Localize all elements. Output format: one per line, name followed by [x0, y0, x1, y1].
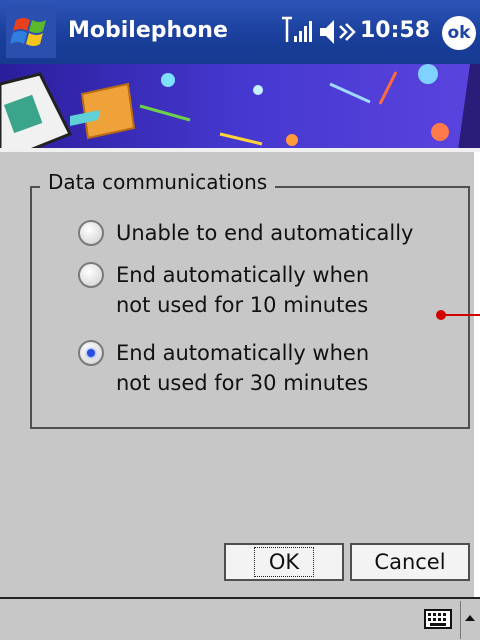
cancel-button[interactable]: Cancel: [350, 543, 470, 581]
radio-button[interactable]: [78, 220, 104, 246]
option-unable-to-end[interactable]: Unable to end automatically: [78, 218, 413, 248]
bottom-menu-bar: [0, 597, 480, 640]
screen: Mobilephone 10:58 ok Data communications…: [0, 0, 480, 640]
keyboard-icon[interactable]: [424, 609, 452, 629]
app-title: Mobilephone: [68, 18, 228, 43]
banner-graphic: [0, 64, 480, 150]
windows-start-icon[interactable]: [6, 6, 56, 58]
option-label: End automatically when not used for 30 m…: [116, 341, 370, 395]
ok-button[interactable]: OK: [224, 543, 344, 581]
option-end-30-min[interactable]: End automatically when not used for 30 m…: [78, 338, 369, 398]
dialog-content: Data communications Unable to end automa…: [0, 152, 474, 597]
title-bar: Mobilephone 10:58 ok: [0, 0, 480, 64]
option-label: End automatically when not used for 10 m…: [116, 263, 370, 317]
group-label: Data communications: [40, 170, 276, 194]
speaker-icon[interactable]: [318, 18, 358, 46]
clock: 10:58: [360, 18, 431, 43]
header-banner: [0, 64, 480, 150]
signal-icon[interactable]: [280, 16, 314, 46]
radio-button-selected[interactable]: [78, 340, 104, 366]
callout-line: [444, 314, 480, 316]
option-end-10-min[interactable]: End automatically when not used for 10 m…: [78, 260, 369, 320]
radio-button[interactable]: [78, 262, 104, 288]
title-ok-button[interactable]: ok: [442, 16, 476, 50]
sip-up-arrow-icon[interactable]: [460, 601, 479, 639]
option-label: Unable to end automatically: [116, 221, 414, 245]
ok-button-label: OK: [253, 547, 315, 577]
